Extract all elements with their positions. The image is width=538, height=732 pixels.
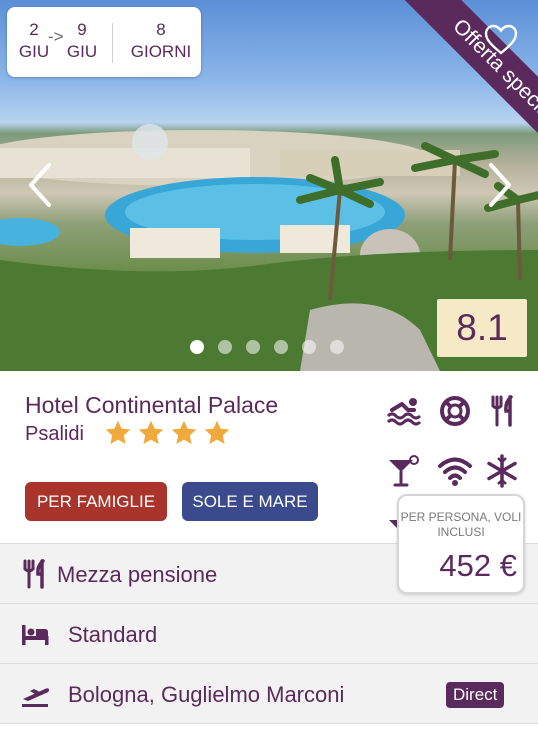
start-month: GIU — [18, 42, 50, 61]
duration-unit: GIORNI — [130, 42, 192, 61]
gallery-dot[interactable] — [218, 340, 232, 354]
gallery-dot[interactable] — [190, 340, 204, 354]
restaurant-icon — [491, 395, 513, 427]
star-icon — [204, 420, 230, 444]
star-icon — [171, 420, 197, 444]
end-month: GIU — [66, 42, 98, 61]
departure-airport: Bologna, Guglielmo Marconi — [68, 682, 345, 707]
family-tag[interactable]: PER FAMIGLIE — [25, 482, 167, 521]
direct-flight-badge: Direct — [446, 682, 505, 708]
star-icon — [105, 420, 131, 444]
price-value: 452 € — [439, 548, 517, 583]
hotel-name[interactable]: Hotel Continental Palace — [25, 392, 278, 419]
gallery-dot[interactable] — [246, 340, 260, 354]
start-date: 2 GIU — [17, 19, 51, 63]
price-box[interactable]: PER PERSONA, VOLI INCLUSI 452 € — [397, 494, 525, 594]
end-day: 9 — [77, 20, 87, 39]
chevron-left-icon[interactable] — [25, 160, 55, 210]
star-icon — [138, 420, 164, 444]
snowflake-icon — [487, 454, 517, 488]
star-rating — [104, 419, 231, 447]
gallery-dot[interactable] — [274, 340, 288, 354]
hotel-location: Psalidi — [25, 423, 84, 445]
gallery-dot[interactable] — [330, 340, 344, 354]
bed-icon — [22, 625, 49, 645]
board-type: Mezza pensione — [57, 562, 218, 587]
sun-and-sea-tag[interactable]: SOLE E MARE — [182, 482, 318, 521]
rating-score: 8.1 — [437, 299, 527, 357]
plane-takeoff-icon — [22, 688, 49, 707]
gallery-dot[interactable] — [302, 340, 316, 354]
divider — [0, 723, 538, 724]
room-type: Standard — [68, 622, 158, 647]
trip-duration: 8 GIORNI — [125, 19, 197, 63]
chevron-right-icon[interactable] — [485, 160, 515, 210]
wifi-icon — [438, 457, 472, 486]
swimmer-icon — [386, 398, 422, 426]
start-day: 2 — [29, 20, 39, 39]
end-date: 9 GIU — [62, 19, 102, 63]
travel-dates-box[interactable]: 2 GIU -> 9 GIU 8 GIORNI — [7, 7, 201, 77]
cocktail-icon — [389, 455, 419, 487]
divider — [112, 23, 113, 63]
gallery-dots — [190, 340, 344, 354]
lifebuoy-icon — [440, 396, 470, 426]
list-item-flight: Bologna, Guglielmo Marconi Direct — [0, 663, 538, 723]
price-label: PER PERSONA, VOLI INCLUSI — [400, 510, 522, 539]
heart-icon[interactable] — [484, 24, 518, 56]
restaurant-icon — [23, 559, 45, 589]
duration-value: 8 — [156, 20, 166, 39]
list-item-room: Standard — [0, 603, 538, 663]
hotel-photo[interactable]: 2 GIU -> 9 GIU 8 GIORNI Offerta speciale… — [0, 0, 538, 371]
